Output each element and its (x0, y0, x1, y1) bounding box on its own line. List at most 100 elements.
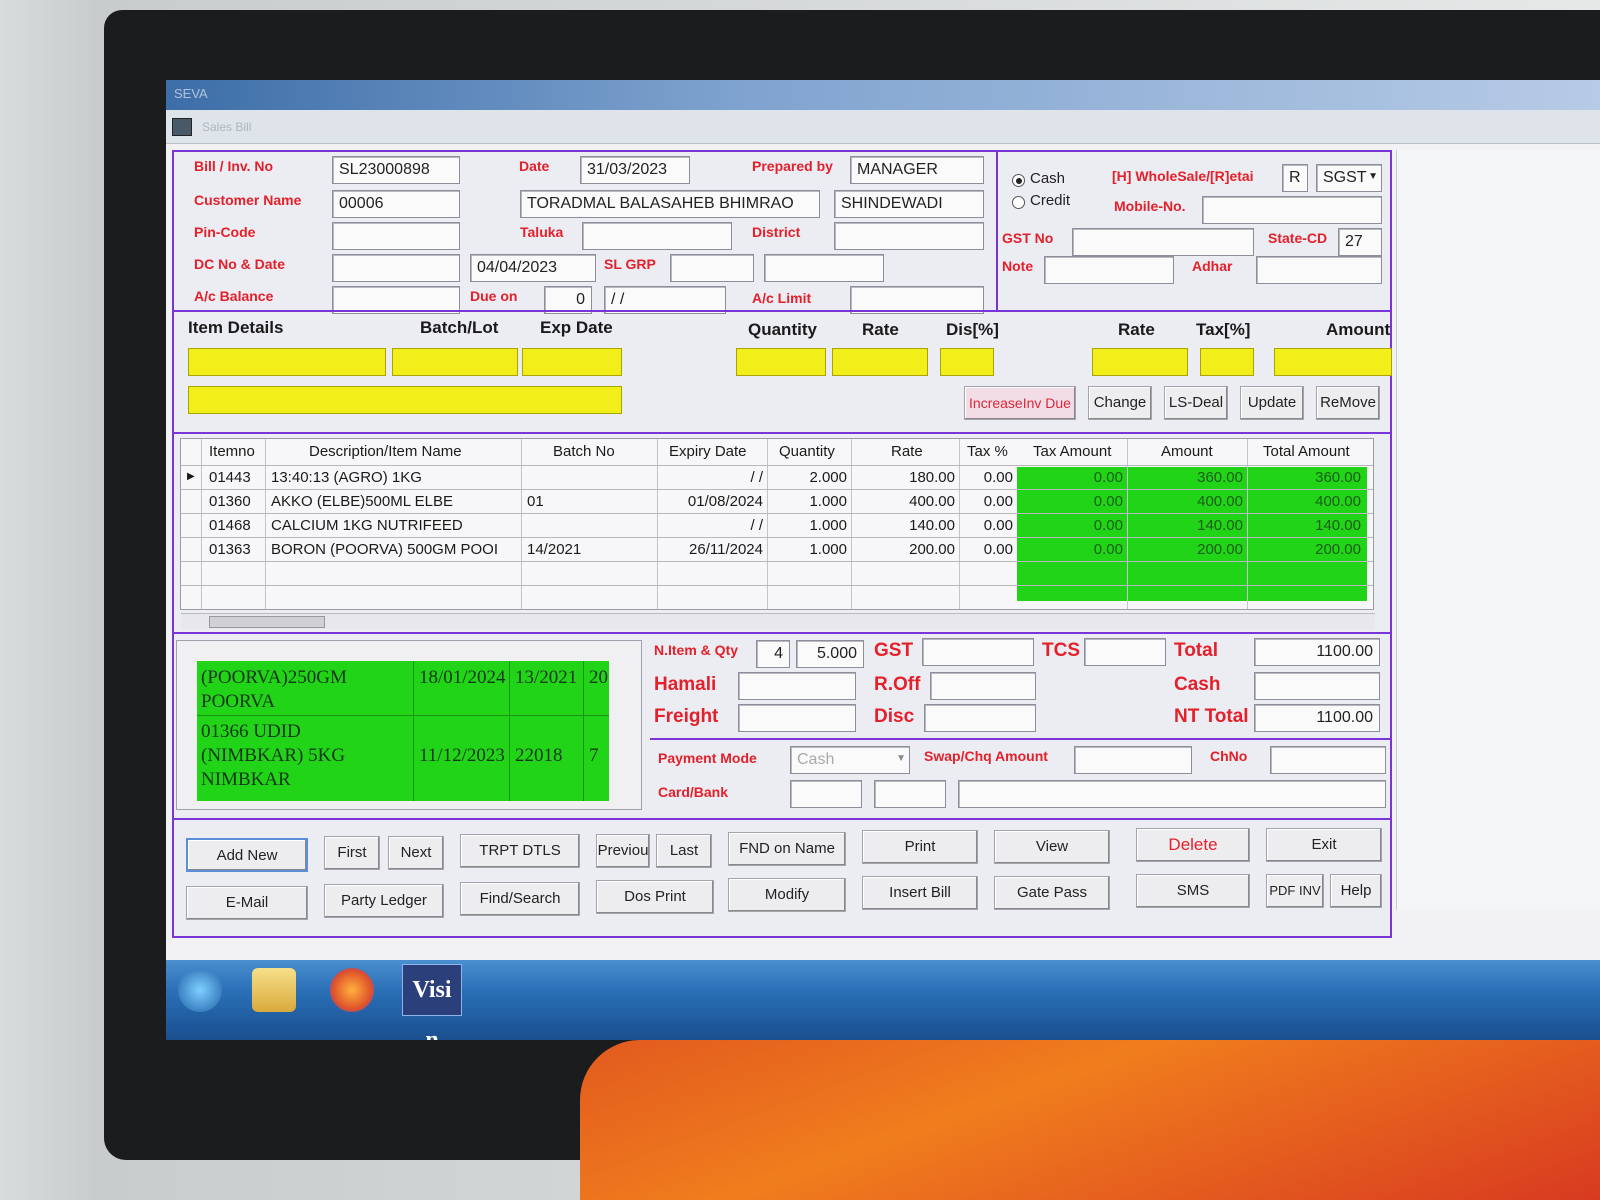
adhar-field[interactable] (1256, 256, 1382, 284)
customer-code-field[interactable]: 00006 (332, 190, 460, 218)
cell-total-amount: 360.00 (1315, 469, 1361, 486)
district-field[interactable] (834, 222, 984, 250)
gst-label: GST (874, 640, 914, 661)
email-button[interactable]: E-Mail (186, 886, 308, 920)
entry-header-amount: Amount (1326, 320, 1391, 339)
hamali-field[interactable] (738, 672, 856, 700)
last-button[interactable]: Last (656, 834, 712, 868)
pincode-field[interactable] (332, 222, 460, 250)
card-bank-details-field[interactable] (958, 780, 1386, 808)
cell-description: 13:40:13 (AGRO) 1KG (271, 469, 422, 486)
tax-type-select[interactable]: SGST ▼ (1316, 164, 1382, 192)
next-button[interactable]: Next (388, 836, 444, 870)
dc-no-field[interactable] (332, 254, 460, 282)
insert-bill-button[interactable]: Insert Bill (862, 876, 978, 910)
disc-field[interactable] (924, 704, 1036, 732)
rate-input[interactable] (832, 348, 928, 376)
delete-button[interactable]: Delete (1136, 828, 1250, 862)
mobile-field[interactable] (1202, 196, 1382, 224)
disc-input[interactable] (940, 348, 994, 376)
cell-rate: 180.00 (909, 469, 955, 486)
total-field: 1100.00 (1254, 638, 1380, 666)
stock-item-1-brand: POORVA (201, 691, 276, 712)
grid-row-line (181, 537, 1373, 538)
trpt-dtls-button[interactable]: TRPT DTLS (460, 834, 580, 868)
vision-app-taskbar-button[interactable]: Visi n (402, 964, 462, 1040)
wholesale-field[interactable]: R (1282, 164, 1308, 192)
sl-grp-name-field[interactable] (764, 254, 884, 282)
tcs-field[interactable] (1084, 638, 1166, 666)
view-button[interactable]: View (994, 830, 1110, 864)
rate2-input[interactable] (1092, 348, 1188, 376)
amount-input[interactable] (1274, 348, 1392, 376)
chno-field[interactable] (1270, 746, 1386, 774)
h-scroll-thumb[interactable] (209, 616, 325, 628)
cell-rate: 400.00 (909, 493, 955, 510)
prepared-by-field[interactable]: MANAGER (850, 156, 984, 184)
sales-bill-form: Bill / Inv. No SL23000898 Date 31/03/202… (172, 150, 1392, 938)
remove-button[interactable]: ReMove (1316, 386, 1380, 420)
card-bank-field[interactable] (790, 780, 862, 808)
bill-no-field[interactable]: SL23000898 (332, 156, 460, 184)
gst-no-field[interactable] (1072, 228, 1254, 256)
dos-print-button[interactable]: Dos Print (596, 880, 714, 914)
payment-mode-select[interactable]: Cash ▼ (790, 746, 910, 774)
modify-button[interactable]: Modify (728, 878, 846, 912)
increase-inv-due-button[interactable]: IncreaseInv Due (964, 386, 1076, 420)
pdf-inv-button[interactable]: PDF INV (1266, 874, 1324, 908)
note-field[interactable] (1044, 256, 1174, 284)
item-name-input[interactable] (188, 386, 622, 414)
change-button[interactable]: Change (1088, 386, 1152, 420)
date-field[interactable]: 31/03/2023 (580, 156, 690, 184)
help-button[interactable]: Help (1330, 874, 1382, 908)
window-titlebar: SEVA (166, 80, 1600, 110)
quantity-input[interactable] (736, 348, 826, 376)
customer-place-field[interactable]: SHINDEWADI (834, 190, 984, 218)
nt-total-field: 1100.00 (1254, 704, 1380, 732)
find-search-button[interactable]: Find/Search (460, 882, 580, 916)
party-ledger-button[interactable]: Party Ledger (324, 884, 444, 918)
tax-input[interactable] (1200, 348, 1254, 376)
stock-col-line (509, 661, 510, 801)
nt-total-label: NT Total (1174, 706, 1249, 727)
card-bank-field-2[interactable] (874, 780, 946, 808)
start-button-icon[interactable] (178, 968, 222, 1012)
exp-date-input[interactable] (522, 348, 622, 376)
sms-button[interactable]: SMS (1136, 874, 1250, 908)
previous-button[interactable]: Previou (596, 834, 650, 868)
gst-field[interactable] (922, 638, 1034, 666)
cash-radio[interactable] (1012, 174, 1025, 187)
section-divider-3 (174, 632, 1390, 634)
cash-field[interactable] (1254, 672, 1380, 700)
gate-pass-button[interactable]: Gate Pass (994, 876, 1110, 910)
update-button[interactable]: Update (1240, 386, 1304, 420)
due-on-label: Due on (470, 288, 518, 304)
find-on-name-button[interactable]: FND on Name (728, 832, 846, 866)
swap-chq-field[interactable] (1074, 746, 1192, 774)
cell-amount: 200.00 (1197, 541, 1243, 558)
freight-field[interactable] (738, 704, 856, 732)
state-cd-field[interactable]: 27 (1338, 228, 1382, 256)
roff-field[interactable] (930, 672, 1036, 700)
first-button[interactable]: First (324, 836, 380, 870)
item-details-input[interactable] (188, 348, 386, 376)
ls-deal-button[interactable]: LS-Deal (1164, 386, 1228, 420)
dc-date-field[interactable]: 04/04/2023 (470, 254, 596, 282)
firefox-icon[interactable] (330, 968, 374, 1012)
sl-grp-field[interactable] (670, 254, 754, 282)
customer-name-field[interactable]: TORADMAL BALASAHEB BHIMRAO (520, 190, 820, 218)
cell-itemno: 01443 (209, 469, 251, 486)
batch-input[interactable] (392, 348, 518, 376)
col-batch: Batch No (553, 443, 615, 460)
hamali-label: Hamali (654, 674, 717, 695)
grid-h-scrollbar[interactable] (181, 613, 1375, 629)
add-new-button[interactable]: Add New (186, 838, 308, 872)
print-button[interactable]: Print (862, 830, 978, 864)
stock-list[interactable]: (POORVA)250GM POORVA 18/01/2024 13/2021 … (197, 661, 609, 801)
credit-radio[interactable] (1012, 196, 1025, 209)
col-quantity: Quantity (779, 443, 835, 460)
exit-button[interactable]: Exit (1266, 828, 1382, 862)
stock-item-1-batch: 13/2021 (515, 667, 578, 688)
folder-icon[interactable] (252, 968, 296, 1012)
taluka-field[interactable] (582, 222, 732, 250)
